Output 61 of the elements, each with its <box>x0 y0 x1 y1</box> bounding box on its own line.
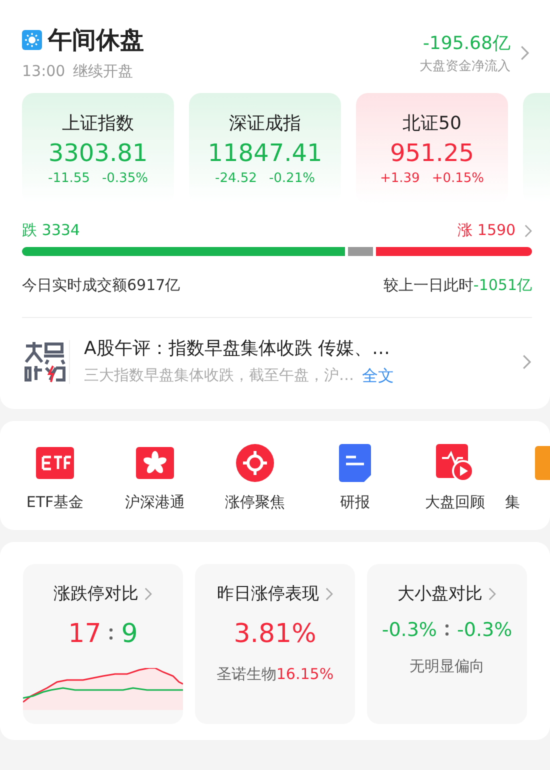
fall-count: 跌 3334 <box>22 221 80 240</box>
chevron-icon[interactable] <box>520 44 530 60</box>
stat-card[interactable]: 昨日涨停表现 3.81% 圣诺生物16.15% <box>195 564 355 724</box>
index-value: 11847.41 <box>208 139 322 167</box>
chart-play-icon[interactable] <box>436 444 474 482</box>
net-inflow-value: -195.68亿 <box>422 32 510 54</box>
index-change: -11.55 <box>48 171 90 186</box>
chevron-icon[interactable] <box>522 354 532 370</box>
resume-time: 13:00 <box>22 62 66 81</box>
index-name: 深证成指 <box>229 112 301 135</box>
resume-label: 继续开盘 <box>73 62 134 81</box>
shortcut-label[interactable]: 集 <box>505 493 520 512</box>
index-change: +1.39 <box>380 171 420 186</box>
net-inflow-label: 大盘资金净流入 <box>419 58 510 74</box>
breadth-bar-segment <box>348 247 373 256</box>
colon-icon <box>445 623 449 637</box>
shortcut-label[interactable]: 研报 <box>340 493 370 512</box>
chevron-icon[interactable] <box>524 224 532 238</box>
ratio-left: 17 <box>68 619 102 649</box>
ratio-right: 9 <box>121 619 138 649</box>
stat-note-value: 16.15% <box>276 665 334 684</box>
session-title: 午间休盘 <box>48 25 144 56</box>
chevron-icon[interactable] <box>324 586 334 600</box>
stat-title: 昨日涨停表现 <box>216 583 319 605</box>
index-percent: +0.15% <box>432 171 484 186</box>
commentary-title[interactable]: A股午评：指数早盘集体收跌 传媒、… <box>84 336 508 360</box>
shortcut-label[interactable]: 涨停聚焦 <box>225 493 285 512</box>
sun-icon <box>22 30 42 50</box>
ratio-right: -0.3% <box>457 619 512 641</box>
commentary-summary: 三大指数早盘集体收跌，截至午盘，沪… <box>84 366 354 386</box>
stat-note: 圣诺生物 <box>216 665 276 684</box>
index-value: 3303.81 <box>48 139 148 167</box>
chevron-icon[interactable] <box>144 586 153 600</box>
compare-value: -1051亿 <box>473 276 532 295</box>
index-name: 北证50 <box>402 112 462 135</box>
flower-flag-icon[interactable] <box>136 447 174 479</box>
commentary-logo <box>22 340 70 384</box>
turnover-text: 今日实时成交额6917亿 <box>22 276 180 295</box>
shortcut-label[interactable]: 沪深港通 <box>125 493 185 512</box>
stat-value: 3.81% <box>234 619 316 649</box>
index-percent: -0.21% <box>268 171 315 186</box>
target-icon[interactable] <box>236 444 274 482</box>
stat-title: 大小盘对比 <box>397 583 482 605</box>
shortcut-label[interactable]: ETF基金 <box>26 493 84 512</box>
ratio-left: -0.3% <box>382 619 437 641</box>
shortcut-label[interactable]: 大盘回顾 <box>425 493 485 512</box>
stat-note: 无明显偏向 <box>410 657 484 676</box>
chevron-icon[interactable] <box>488 586 497 600</box>
rise-count: 涨 1590 <box>458 221 516 240</box>
stat-card[interactable]: 大小盘对比 -0.3% -0.3% 无明显偏向 <box>367 564 527 724</box>
compare-label: 较上一日此时 <box>383 276 474 295</box>
document-icon[interactable] <box>339 444 371 482</box>
index-name: 上证指数 <box>62 112 134 135</box>
stat-title: 涨跌停对比 <box>53 583 138 605</box>
index-change: -24.52 <box>215 171 257 186</box>
tile-icon[interactable] <box>535 446 550 480</box>
colon-icon <box>109 627 114 641</box>
etf-icon[interactable] <box>36 447 74 479</box>
index-percent: -0.35% <box>102 171 148 186</box>
index-value: 951.25 <box>390 139 474 167</box>
stat-card[interactable]: 涨跌停对比 17 9 <box>23 564 183 724</box>
